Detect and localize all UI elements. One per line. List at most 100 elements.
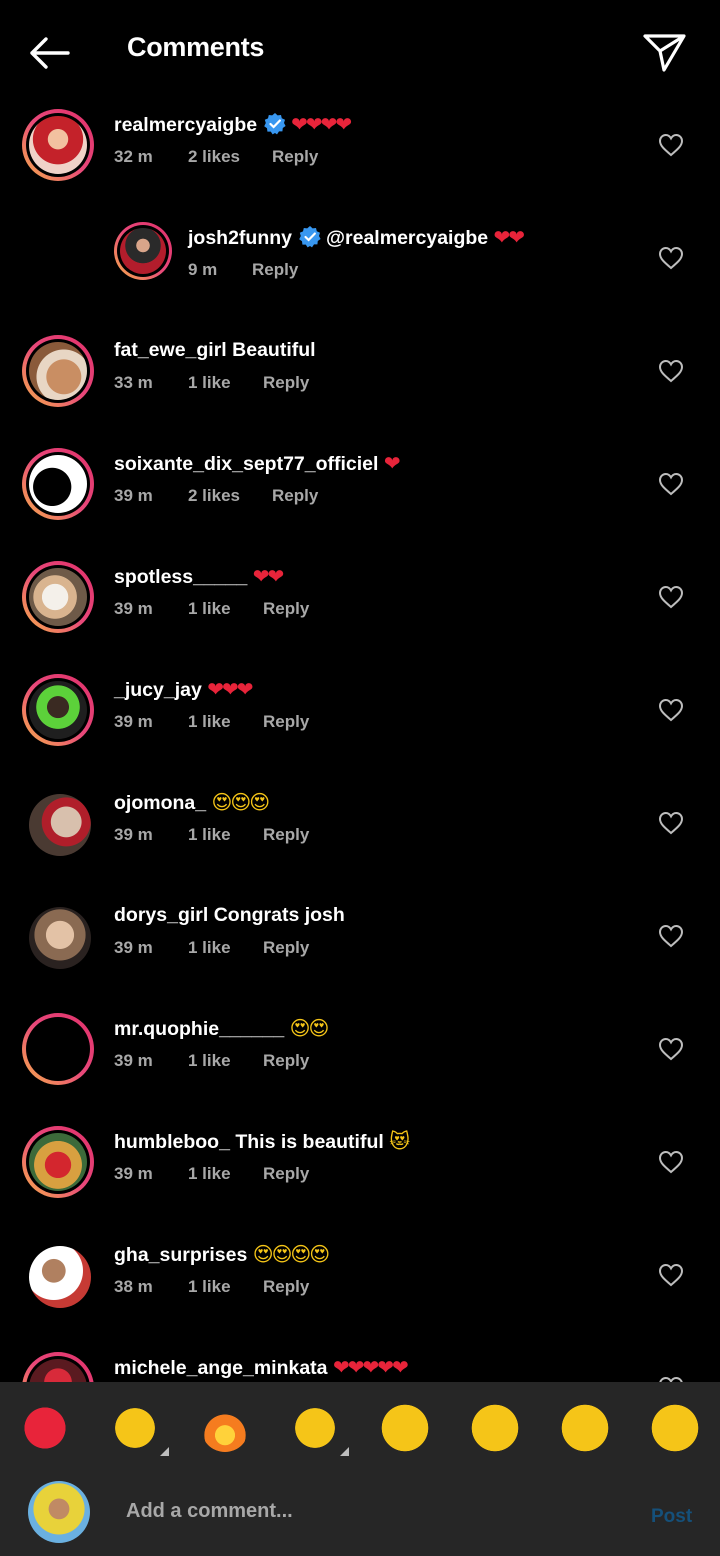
comment-text[interactable]: Congrats josh <box>214 904 345 926</box>
like-heart-icon[interactable] <box>658 698 684 722</box>
comment-item: dorys_girl Congrats josh 39 m 1 like Rep… <box>0 900 720 1013</box>
reply-item: josh2funny @realmercyaigbe ❤❤ 9 m Reply <box>0 222 720 335</box>
comment-emoji: 😍😍😍😍 <box>252 1242 330 1266</box>
comment-username[interactable]: ojomona_ <box>114 792 206 814</box>
avatar[interactable] <box>22 674 94 746</box>
comment-emoji: ❤❤❤❤❤ <box>332 1355 409 1379</box>
comment-item: spotless_____ ❤❤ 39 m 1 like Reply <box>0 561 720 674</box>
like-heart-icon[interactable] <box>658 359 684 383</box>
reply-button[interactable]: Reply <box>263 825 309 845</box>
red-heart-reaction-icon[interactable]: ❤ <box>21 1404 69 1452</box>
comment-time: 39 m <box>114 1051 153 1070</box>
comment-likes[interactable]: 1 like <box>188 1051 231 1071</box>
reply-button[interactable]: Reply <box>263 1051 309 1071</box>
like-heart-icon[interactable] <box>658 1150 684 1174</box>
surprised-face-reaction-icon[interactable]: 😮 <box>561 1404 609 1452</box>
post-button[interactable]: Post <box>651 1506 692 1528</box>
comment-likes[interactable]: 1 like <box>188 1164 231 1184</box>
fire-reaction-icon[interactable]: 🔥 <box>201 1404 249 1452</box>
verified-badge-icon <box>264 113 286 135</box>
comment-username[interactable]: mr.quophie______ <box>114 1018 284 1040</box>
comment-item: gha_surprises 😍😍😍😍 38 m 1 like Reply <box>0 1239 720 1352</box>
comment-text[interactable]: Beautiful <box>232 339 315 361</box>
avatar[interactable] <box>114 222 172 280</box>
avatar[interactable] <box>22 1013 94 1085</box>
comment-username[interactable]: fat_ewe_girl <box>114 339 227 361</box>
comment-text[interactable]: @realmercyaigbe <box>326 227 488 249</box>
comment-text[interactable]: This is beautiful <box>235 1131 383 1153</box>
avatar[interactable] <box>22 335 94 407</box>
comment-time: 39 m <box>114 938 153 957</box>
comment-username[interactable]: spotless_____ <box>114 566 247 588</box>
comment-likes[interactable]: 1 like <box>188 712 231 732</box>
reply-button[interactable]: Reply <box>263 712 309 732</box>
comment-item: humbleboo_ This is beautiful 😻 39 m 1 li… <box>0 1126 720 1239</box>
comment-input[interactable]: Add a comment... <box>126 1500 293 1523</box>
comment-time: 39 m <box>114 599 153 618</box>
comment-composer: Add a comment... Post <box>0 1472 720 1556</box>
comment-username[interactable]: michele_ange_minkata <box>114 1357 328 1379</box>
comment-time: 39 m <box>114 825 153 844</box>
reply-button[interactable]: Reply <box>263 1277 309 1297</box>
comment-item: michele_ange_minkata ❤❤❤❤❤ <box>0 1352 720 1382</box>
reply-button[interactable]: Reply <box>263 1164 309 1184</box>
comment-username[interactable]: realmercyaigbe <box>114 114 257 136</box>
reply-button[interactable]: Reply <box>272 147 318 167</box>
comment-item: mr.quophie______ 😍😍 39 m 1 like Reply <box>0 1013 720 1126</box>
reply-button[interactable]: Reply <box>263 938 309 958</box>
comment-time: 39 m <box>114 712 153 731</box>
direct-message-icon[interactable] <box>640 28 688 76</box>
comment-emoji: 😍😍😍 <box>211 790 271 814</box>
heart-eyes-reaction-icon[interactable]: 😍 <box>471 1404 519 1452</box>
comment-likes[interactable]: 1 like <box>188 373 231 393</box>
comment-likes[interactable]: 2 likes <box>188 147 240 167</box>
comment-emoji: 😻 <box>389 1129 410 1153</box>
comment-likes[interactable]: 1 like <box>188 825 231 845</box>
clapping-hands-reaction-icon[interactable]: 👏 <box>291 1404 349 1456</box>
comment-likes[interactable]: 1 like <box>188 1277 231 1297</box>
like-heart-icon[interactable] <box>658 1263 684 1287</box>
avatar[interactable] <box>22 109 94 181</box>
comment-username[interactable]: josh2funny <box>188 227 292 249</box>
comment-emoji: ❤❤ <box>493 225 525 249</box>
comment-username[interactable]: soixante_dix_sept77_officiel <box>114 453 378 475</box>
crying-face-reaction-icon[interactable]: 😢 <box>381 1404 429 1452</box>
raising-hands-reaction-icon[interactable]: 🙌 <box>111 1404 169 1456</box>
avatar[interactable] <box>22 561 94 633</box>
avatar[interactable] <box>22 448 94 520</box>
laughing-tears-reaction-icon[interactable]: 😂 <box>651 1404 699 1452</box>
avatar[interactable] <box>22 787 94 859</box>
avatar[interactable] <box>22 1352 94 1382</box>
reply-button[interactable]: Reply <box>263 373 309 393</box>
like-heart-icon[interactable] <box>658 811 684 835</box>
comment-likes[interactable]: 1 like <box>188 599 231 619</box>
comment-item: ojomona_ 😍😍😍 39 m 1 like Reply <box>0 787 720 900</box>
comment-username[interactable]: _jucy_jay <box>114 679 202 701</box>
like-heart-icon[interactable] <box>658 133 684 157</box>
current-user-avatar <box>28 1481 90 1543</box>
avatar[interactable] <box>22 1239 94 1311</box>
comment-username[interactable]: humbleboo_ <box>114 1131 230 1153</box>
comment-time: 32 m <box>114 147 153 166</box>
like-heart-icon[interactable] <box>658 585 684 609</box>
skin-tone-indicator <box>160 1447 169 1456</box>
comment-username[interactable]: gha_surprises <box>114 1244 247 1266</box>
verified-badge-icon <box>299 226 321 248</box>
comment-likes[interactable]: 1 like <box>188 938 231 958</box>
like-heart-icon[interactable] <box>658 246 684 270</box>
reply-button[interactable]: Reply <box>263 599 309 619</box>
comment-time: 9 m <box>188 260 218 279</box>
avatar[interactable] <box>22 900 94 972</box>
like-heart-icon[interactable] <box>658 924 684 948</box>
like-heart-icon[interactable] <box>658 472 684 496</box>
page-title: Comments <box>127 32 265 62</box>
avatar[interactable] <box>22 1126 94 1198</box>
reply-button[interactable]: Reply <box>252 260 298 280</box>
like-heart-icon[interactable] <box>658 1037 684 1061</box>
reply-button[interactable]: Reply <box>272 486 318 506</box>
comment-username[interactable]: dorys_girl <box>114 904 208 926</box>
comment-likes[interactable]: 2 likes <box>188 486 240 506</box>
comment-time: 33 m <box>114 373 153 392</box>
comment-emoji: 😍😍 <box>289 1016 330 1040</box>
back-arrow-icon[interactable] <box>26 30 72 76</box>
